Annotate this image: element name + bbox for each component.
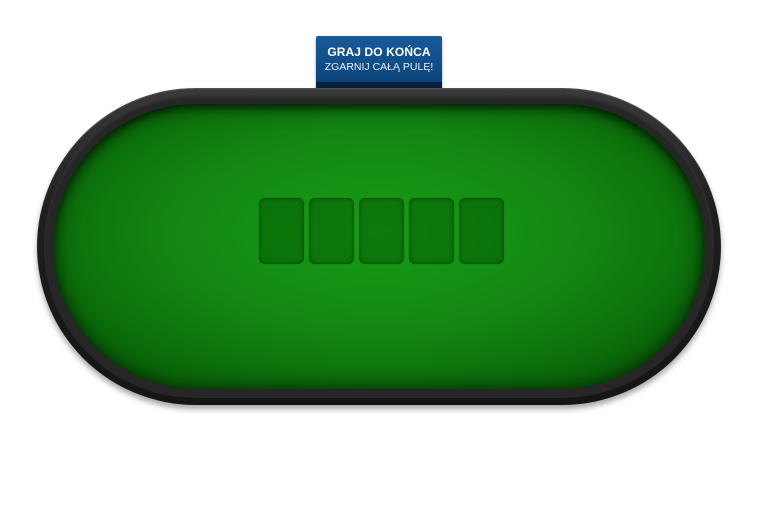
community-card-slot-3 [359, 198, 404, 264]
community-card-area [259, 198, 509, 266]
banner-title: GRAJ DO KOŃCA [327, 45, 431, 59]
banner-subtitle: ZGARNIJ CAŁĄ PULĘ! [324, 61, 434, 73]
community-card-slot-4 [409, 198, 454, 264]
promo-banner: GRAJ DO KOŃCA ZGARNIJ CAŁĄ PULĘ! [316, 36, 442, 88]
community-card-slot-5 [459, 198, 504, 264]
community-card-slot-2 [309, 198, 354, 264]
community-card-slot-1 [259, 198, 304, 264]
